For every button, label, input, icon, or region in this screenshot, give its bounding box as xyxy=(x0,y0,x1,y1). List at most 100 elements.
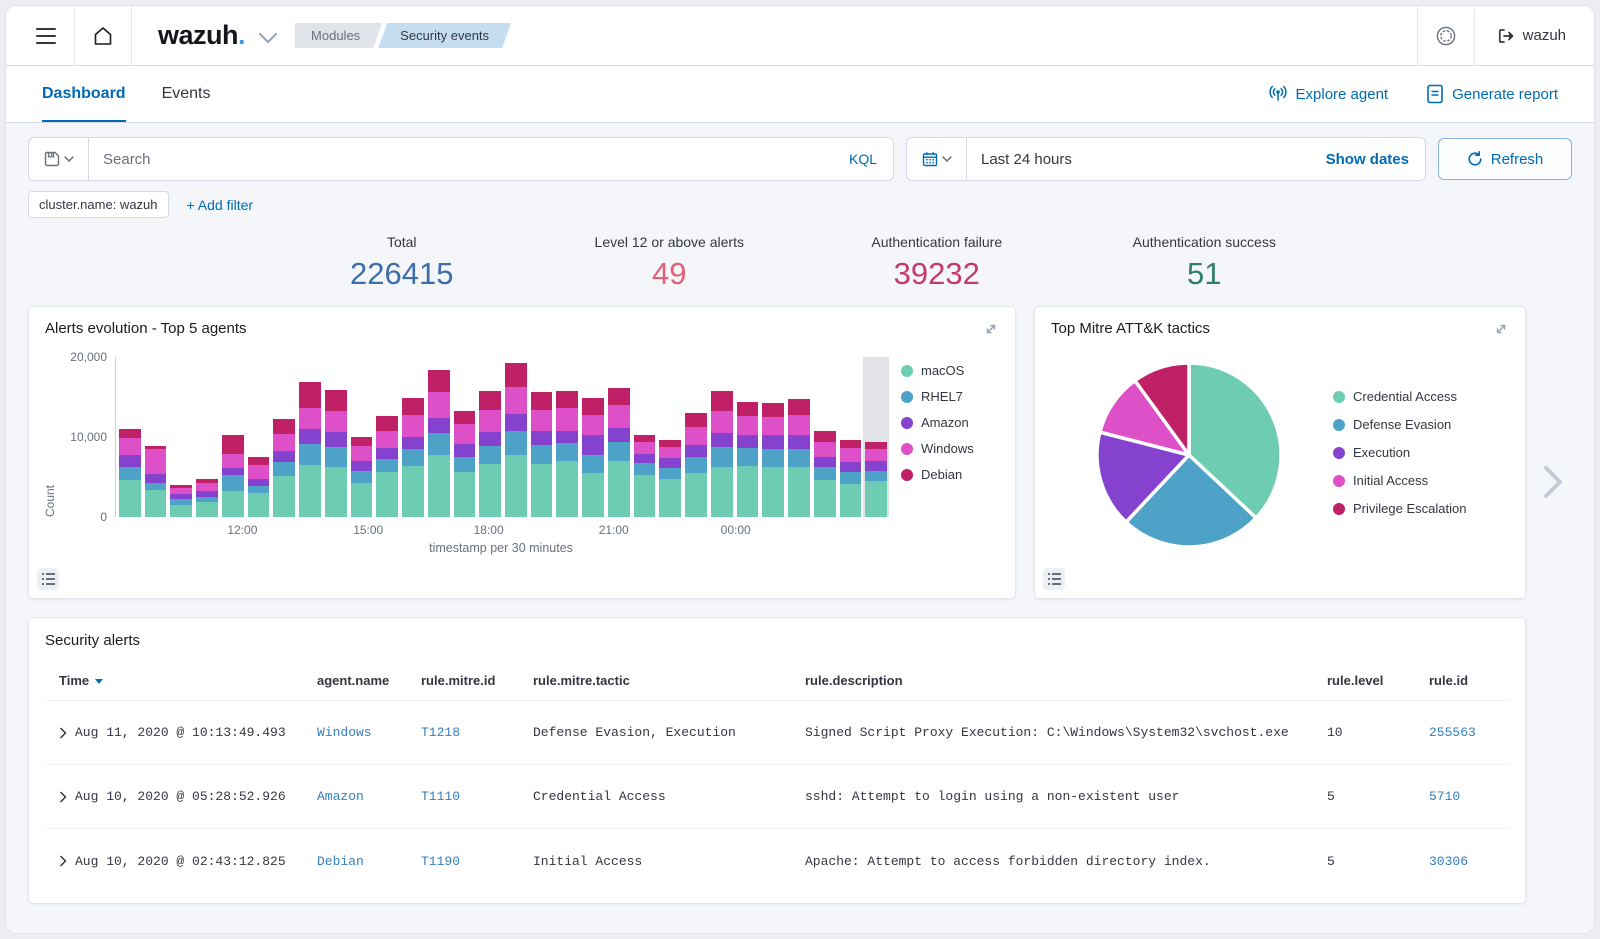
next-panel-chevron-icon[interactable] xyxy=(1542,464,1564,500)
chevron-down-icon[interactable] xyxy=(259,33,277,43)
table-row-2[interactable]: Aug 10, 2020 @ 02:43:12.825DebianT1190In… xyxy=(45,829,1509,893)
refresh-button[interactable]: Refresh xyxy=(1438,138,1572,180)
x-axis-ticks: 12:0015:0018:0021:0000:00 xyxy=(115,521,887,539)
stat-value[interactable]: 49 xyxy=(536,256,804,292)
cell-mitre_id[interactable]: T1218 xyxy=(421,725,533,740)
cell-agent[interactable]: Windows xyxy=(317,725,421,740)
legend-item-Windows[interactable]: Windows xyxy=(901,441,999,456)
bar-0[interactable] xyxy=(119,357,141,517)
bar-22[interactable] xyxy=(685,357,707,517)
bar-2[interactable] xyxy=(170,357,192,517)
column-header-time[interactable]: Time xyxy=(59,673,317,688)
column-header-rule-mitre-id[interactable]: rule.mitre.id xyxy=(421,673,533,688)
explore-agent-button[interactable]: Explore agent xyxy=(1268,66,1389,122)
cell-rule_id[interactable]: 255563 xyxy=(1429,725,1509,740)
column-header-rule-id[interactable]: rule.id xyxy=(1429,673,1509,688)
bar-4[interactable] xyxy=(222,357,244,517)
stat-value[interactable]: 39232 xyxy=(803,256,1071,292)
wazuh-logo[interactable]: wazuh. xyxy=(158,20,245,51)
table-row-0[interactable]: Aug 11, 2020 @ 10:13:49.493WindowsT1218D… xyxy=(45,701,1509,765)
column-header-agent-name[interactable]: agent.name xyxy=(317,673,421,688)
bar-27[interactable] xyxy=(814,357,836,517)
legend-item-RHEL7[interactable]: RHEL7 xyxy=(901,389,999,404)
user-menu[interactable]: wazuh xyxy=(1483,27,1580,45)
show-dates-button[interactable]: Show dates xyxy=(1310,151,1425,168)
generate-report-button[interactable]: Generate report xyxy=(1426,66,1558,122)
legend-item-Amazon[interactable]: Amazon xyxy=(901,415,999,430)
bar-17[interactable] xyxy=(556,357,578,517)
table-row-1[interactable]: Aug 10, 2020 @ 05:28:52.926AmazonT1110Cr… xyxy=(45,765,1509,829)
bar-29[interactable] xyxy=(865,357,887,517)
cell-agent[interactable]: Debian xyxy=(317,854,421,869)
legend-item-execution[interactable]: Execution xyxy=(1333,445,1466,460)
legend-item-initial-access[interactable]: Initial Access xyxy=(1333,473,1466,488)
bar-26[interactable] xyxy=(788,357,810,517)
column-header-rule-level[interactable]: rule.level xyxy=(1327,673,1429,688)
bar-5[interactable] xyxy=(248,357,270,517)
bar-21[interactable] xyxy=(659,357,681,517)
column-header-rule-mitre-tactic[interactable]: rule.mitre.tactic xyxy=(533,673,805,688)
cell-description: Signed Script Proxy Execution: C:\Window… xyxy=(805,725,1327,740)
bar-segment-macOS xyxy=(711,467,733,517)
bar-28[interactable] xyxy=(840,357,862,517)
bar-12[interactable] xyxy=(428,357,450,517)
breadcrumb-modules[interactable]: Modules xyxy=(295,23,382,48)
legend-item-Debian[interactable]: Debian xyxy=(901,467,999,482)
cell-mitre_id[interactable]: T1110 xyxy=(421,789,533,804)
expand-row-chevron-icon[interactable] xyxy=(59,791,67,803)
column-header-rule-description[interactable]: rule.description xyxy=(805,673,1327,688)
bar-7[interactable] xyxy=(299,357,321,517)
bar-6[interactable] xyxy=(273,357,295,517)
cluster-status-button[interactable] xyxy=(1426,16,1466,56)
home-button[interactable] xyxy=(83,16,123,56)
tab-events[interactable]: Events xyxy=(162,66,211,122)
bar-segment-Windows xyxy=(376,431,398,449)
saved-queries-button[interactable] xyxy=(29,138,89,180)
legend-item-privilege-escalation[interactable]: Privilege Escalation xyxy=(1333,501,1466,516)
bar-8[interactable] xyxy=(325,357,347,517)
bar-segment-Amazon xyxy=(119,455,141,467)
table-title: Security alerts xyxy=(45,632,1509,649)
bar-18[interactable] xyxy=(582,357,604,517)
bar-13[interactable] xyxy=(454,357,476,517)
bar-3[interactable] xyxy=(196,357,218,517)
cell-rule_id[interactable]: 5710 xyxy=(1429,789,1509,804)
legend-toggle-button[interactable] xyxy=(37,568,59,590)
bar-23[interactable] xyxy=(711,357,733,517)
bar-15[interactable] xyxy=(505,357,527,517)
expand-icon[interactable] xyxy=(1493,321,1509,337)
cell-description: Apache: Attempt to access forbidden dire… xyxy=(805,854,1327,869)
filter-pill-cluster-name[interactable]: cluster.name: wazuh xyxy=(28,191,169,218)
calendar-button[interactable] xyxy=(907,138,967,180)
expand-row-chevron-icon[interactable] xyxy=(59,727,67,739)
menu-button[interactable] xyxy=(26,16,66,56)
bar-20[interactable] xyxy=(634,357,656,517)
time-range-value[interactable]: Last 24 hours xyxy=(967,151,1310,168)
search-input[interactable] xyxy=(89,151,833,168)
expand-icon[interactable] xyxy=(983,321,999,337)
legend-item-macOS[interactable]: macOS xyxy=(901,363,999,378)
bar-1[interactable] xyxy=(145,357,167,517)
expand-row-chevron-icon[interactable] xyxy=(59,855,67,867)
stat-value[interactable]: 51 xyxy=(1071,256,1339,292)
tab-dashboard[interactable]: Dashboard xyxy=(42,66,126,122)
stat-value[interactable]: 226415 xyxy=(268,256,536,292)
bar-14[interactable] xyxy=(479,357,501,517)
cell-level: 10 xyxy=(1327,725,1429,740)
bar-10[interactable] xyxy=(376,357,398,517)
legend-item-credential-access[interactable]: Credential Access xyxy=(1333,389,1466,404)
cell-agent[interactable]: Amazon xyxy=(317,789,421,804)
cell-rule_id[interactable]: 30306 xyxy=(1429,854,1509,869)
bar-segment-Amazon xyxy=(145,474,167,483)
bar-9[interactable] xyxy=(351,357,373,517)
bar-11[interactable] xyxy=(402,357,424,517)
legend-toggle-button[interactable] xyxy=(1043,568,1065,590)
kql-selector[interactable]: KQL xyxy=(833,151,893,167)
bar-25[interactable] xyxy=(762,357,784,517)
bar-19[interactable] xyxy=(608,357,630,517)
add-filter-button[interactable]: + Add filter xyxy=(187,197,254,213)
cell-mitre_id[interactable]: T1190 xyxy=(421,854,533,869)
bar-24[interactable] xyxy=(737,357,759,517)
legend-item-defense-evasion[interactable]: Defense Evasion xyxy=(1333,417,1466,432)
bar-16[interactable] xyxy=(531,357,553,517)
